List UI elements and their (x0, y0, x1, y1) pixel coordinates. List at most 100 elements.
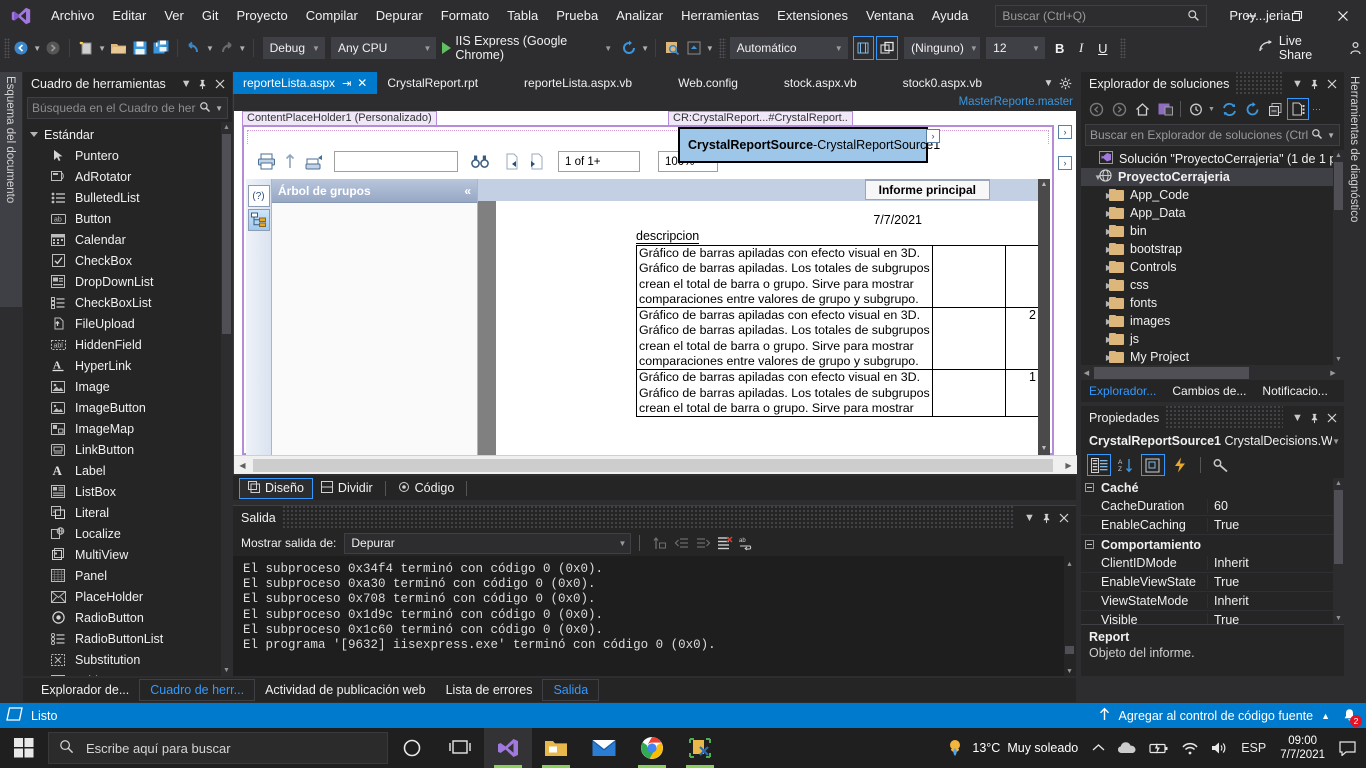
network-icon[interactable] (1175, 728, 1205, 768)
scroll-left-icon[interactable]: ◀ (1081, 369, 1092, 377)
designer-scroll-track[interactable] (251, 457, 1060, 473)
crystal-search-input[interactable] (334, 151, 458, 172)
properties-drag-area[interactable] (1165, 406, 1283, 430)
toolbox-item-listbox[interactable]: ListBox (23, 481, 232, 502)
chevron-right-icon[interactable]: ▶ (1085, 281, 1112, 290)
app-icon[interactable] (676, 728, 724, 768)
action-center-icon[interactable] (1333, 728, 1362, 768)
smart-tag-button-second[interactable]: › (1058, 156, 1072, 170)
tab-crystalreport-rpt[interactable]: CrystalReport.rpt (377, 72, 489, 94)
solution-horizontal-scrollbar[interactable]: ◀ ▶ (1081, 365, 1344, 380)
close-icon[interactable] (1320, 0, 1366, 31)
set-start-page-dropdown-icon[interactable]: ▼ (705, 36, 716, 60)
quick-launch-search[interactable]: Buscar (Ctrl+Q) (995, 4, 1208, 27)
tab-stock-aspx-vb[interactable]: stock.aspx.vb (773, 72, 867, 94)
property-value[interactable]: True (1207, 575, 1344, 589)
property-value[interactable]: Inherit (1207, 594, 1344, 608)
panel-tab-explorador[interactable]: Explorador... (1081, 380, 1164, 402)
start-button[interactable] (0, 728, 48, 768)
toolbox-item-hyperlink[interactable]: A HyperLink (23, 355, 232, 376)
toolbox-item-literal[interactable]: a Literal (23, 502, 232, 523)
refresh-dropdown-icon[interactable]: ▼ (640, 36, 651, 60)
group-tree-icon[interactable] (247, 209, 270, 231)
chevron-down-icon[interactable]: ▼ (1289, 74, 1306, 94)
properties-category-comportamiento[interactable]: Comportamiento (1081, 535, 1344, 554)
toolbox-item-multiview[interactable]: MultiView (23, 544, 232, 565)
export-up-icon[interactable] (278, 150, 302, 174)
task-view-icon[interactable] (436, 728, 484, 768)
feedback-icon[interactable] (1344, 36, 1366, 60)
binoculars-icon[interactable] (468, 150, 492, 174)
outdent-icon[interactable] (670, 532, 692, 554)
tray-expand-icon[interactable] (1086, 728, 1111, 768)
chevron-right-icon[interactable]: ▶ (1085, 191, 1112, 200)
visual-studio-icon[interactable] (484, 728, 532, 768)
output-scroll-thumb[interactable] (1065, 646, 1074, 654)
diagnostic-tools-vertical-tab[interactable]: Herramientas de diagnóstico (1344, 72, 1366, 312)
menu-ventana[interactable]: Ventana (857, 0, 923, 31)
volume-icon[interactable] (1205, 728, 1235, 768)
toolbox-item-checkboxlist[interactable]: CheckBoxList (23, 292, 232, 313)
menu-herramientas[interactable]: Herramientas (672, 0, 768, 31)
close-icon[interactable]: ✕ (357, 76, 367, 90)
menu-archivo[interactable]: Archivo (42, 0, 103, 31)
menu-git[interactable]: Git (193, 0, 228, 31)
print-icon[interactable] (254, 150, 278, 174)
toolbox-item-label[interactable]: A Label (23, 460, 232, 481)
folder-js[interactable]: ▶ js (1081, 330, 1344, 348)
solution-scroll-thumb[interactable] (1334, 162, 1343, 210)
new-project-icon[interactable] (75, 36, 97, 60)
browse-with-icon[interactable] (661, 36, 683, 60)
tab-list-dropdown-icon[interactable]: ▼ (1040, 72, 1057, 94)
chevron-expanded-icon[interactable]: ▼ (1085, 173, 1102, 182)
chrome-icon[interactable] (628, 728, 676, 768)
sync-icon[interactable] (1218, 98, 1240, 120)
collapse-icon[interactable]: « (464, 184, 471, 198)
property-row-visible[interactable]: Visible True (1081, 611, 1344, 624)
property-row-enablecaching[interactable]: EnableCaching True (1081, 516, 1344, 535)
crystalreportsource-control[interactable]: CrystalReportSource - CrystalReportSourc… (678, 127, 940, 163)
language-indicator[interactable]: ESP (1235, 728, 1272, 768)
chevron-right-icon[interactable]: ▶ (1085, 227, 1112, 236)
toolbox-item-checkbox[interactable]: CheckBox (23, 250, 232, 271)
chevron-down-icon[interactable]: ▼ (1208, 106, 1217, 113)
folder-images[interactable]: ▶ images (1081, 312, 1344, 330)
scroll-down-icon[interactable]: ▼ (1333, 354, 1344, 365)
folder-app-data[interactable]: ▶ App_Data (1081, 204, 1344, 222)
properties-view-icon[interactable] (1141, 454, 1165, 476)
menu-proyecto[interactable]: Proyecto (227, 0, 296, 31)
folder-controls[interactable]: ▶ Controls (1081, 258, 1344, 276)
back-icon[interactable] (1085, 98, 1107, 120)
start-debug-button[interactable]: IIS Express (Google Chrome) ▼ (436, 34, 618, 62)
chevron-right-icon[interactable]: ▶ (1085, 299, 1112, 308)
property-value[interactable]: 60 (1207, 499, 1344, 513)
properties-scrollbar[interactable]: ▲ ▼ (1333, 478, 1344, 624)
categorized-view-icon[interactable] (1087, 454, 1111, 476)
prev-page-icon[interactable] (500, 150, 524, 174)
designer-scroll-thumb[interactable] (253, 458, 1053, 472)
word-wrap-icon[interactable]: ab (736, 532, 758, 554)
output-source-combo[interactable]: Depurar ▼ (344, 532, 632, 554)
open-file-icon[interactable] (107, 36, 129, 60)
navigate-back-icon[interactable] (10, 36, 32, 60)
report-tab-main[interactable]: Informe principal (864, 179, 990, 200)
toolbox-item-hiddenfield[interactable]: abl HiddenField (23, 334, 232, 355)
live-share-button[interactable]: Live Share (1250, 34, 1339, 62)
scroll-down-icon[interactable]: ▼ (221, 665, 232, 676)
property-row-enableviewstate[interactable]: EnableViewState True (1081, 573, 1344, 592)
dock-tab-lista-errores[interactable]: Lista de errores (436, 679, 543, 701)
menu-depurar[interactable]: Depurar (367, 0, 432, 31)
page-indicator[interactable]: 1 of 1+ (558, 151, 640, 172)
smart-tag-button-top[interactable]: › (1058, 125, 1072, 139)
collapse-icon[interactable] (1085, 483, 1094, 492)
folder-fonts[interactable]: ▶ fonts (1081, 294, 1344, 312)
chevron-down-icon[interactable]: ▼ (1332, 437, 1340, 446)
toolbar-grip[interactable] (4, 38, 11, 58)
properties-grid[interactable]: Caché CacheDuration 60 EnableCaching Tru… (1081, 478, 1344, 624)
toolbox-list[interactable]: Estándar Puntero AdRotator BulletedList … (23, 122, 232, 676)
close-icon[interactable] (1323, 408, 1340, 428)
refresh-icon[interactable] (1241, 98, 1263, 120)
toolbox-item-button[interactable]: ab Button (23, 208, 232, 229)
designer-horizontal-scrollbar[interactable]: ◀ ▶ (234, 455, 1077, 474)
view-tab-codigo[interactable]: Código (390, 478, 463, 499)
